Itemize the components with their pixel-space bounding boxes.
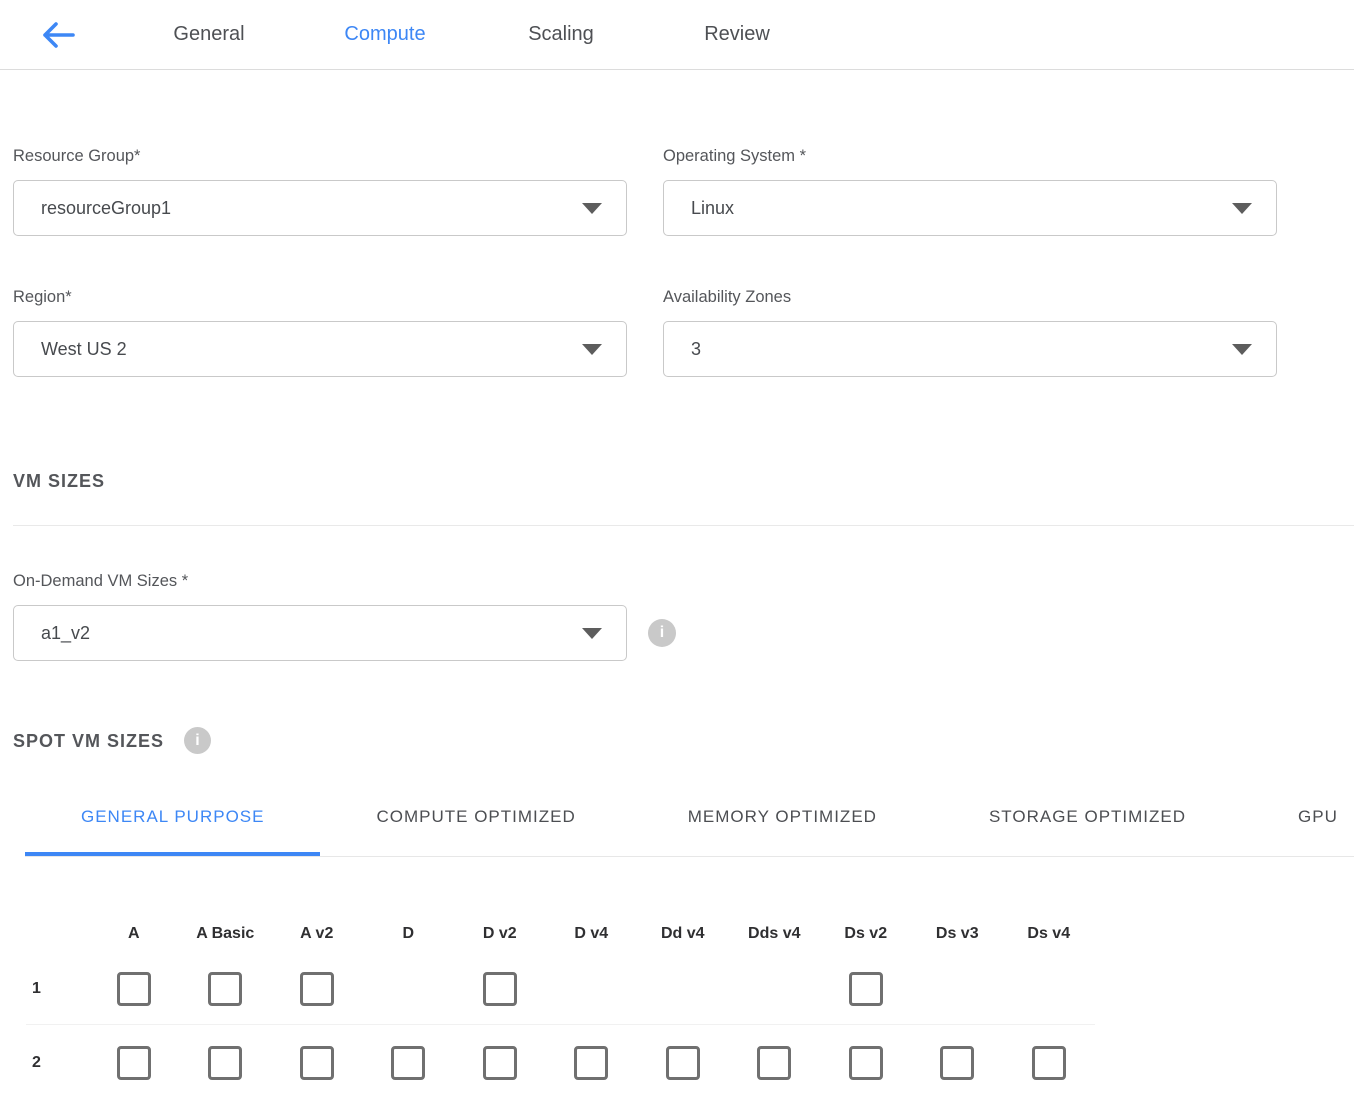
- caret-down-icon: [1232, 203, 1252, 214]
- operating-system-field: Operating System * Linux: [663, 146, 1277, 236]
- vm-size-checkbox[interactable]: [391, 1046, 425, 1080]
- vm-size-checkbox[interactable]: [483, 972, 517, 1006]
- tab-memory-optimized[interactable]: MEMORY OPTIMIZED: [632, 801, 933, 856]
- operating-system-select[interactable]: Linux: [663, 180, 1277, 236]
- column-header: Ds v3: [912, 924, 1004, 944]
- column-header: A: [88, 924, 180, 944]
- on-demand-vm-sizes-value: a1_v2: [41, 623, 90, 644]
- spot-vm-sizes-section-title: SPOT VM SIZES: [13, 729, 164, 753]
- wizard-tabs: General Compute Scaling Review: [121, 23, 825, 46]
- vm-size-checkbox[interactable]: [300, 972, 334, 1006]
- vm-size-checkbox[interactable]: [849, 1046, 883, 1080]
- tab-review[interactable]: Review: [649, 23, 825, 46]
- column-header: Dd v4: [637, 924, 729, 944]
- vm-size-checkbox[interactable]: [208, 1046, 242, 1080]
- region-value: West US 2: [41, 339, 127, 360]
- vm-size-checkbox[interactable]: [940, 1046, 974, 1080]
- vm-size-checkbox[interactable]: [1032, 1046, 1066, 1080]
- caret-down-icon: [582, 628, 602, 639]
- vm-size-row-2: 2: [26, 1046, 1354, 1080]
- vm-size-checkbox[interactable]: [117, 972, 151, 1006]
- vm-size-grid-header-row: A A Basic A v2 D D v2 D v4 Dd v4 Dds v4 …: [26, 924, 1354, 944]
- tab-storage-optimized[interactable]: STORAGE OPTIMIZED: [933, 801, 1242, 856]
- column-header: D v4: [546, 924, 638, 944]
- column-header: Ds v4: [1003, 924, 1095, 944]
- on-demand-vm-sizes-label: On-Demand VM Sizes *: [13, 571, 1354, 591]
- vm-size-checkbox[interactable]: [208, 972, 242, 1006]
- availability-zones-select[interactable]: 3: [663, 321, 1277, 377]
- back-button[interactable]: [40, 20, 76, 50]
- column-header: D v2: [454, 924, 546, 944]
- column-header: Ds v2: [820, 924, 912, 944]
- column-header: Dds v4: [729, 924, 821, 944]
- caret-down-icon: [1232, 344, 1252, 355]
- region-label: Region*: [13, 287, 627, 307]
- vm-size-checkbox[interactable]: [483, 1046, 517, 1080]
- availability-zones-label: Availability Zones: [663, 287, 1277, 307]
- vm-size-checkbox[interactable]: [666, 1046, 700, 1080]
- vm-size-grid: A A Basic A v2 D D v2 D v4 Dd v4 Dds v4 …: [26, 924, 1354, 1080]
- section-divider: [13, 525, 1354, 526]
- column-header: A Basic: [180, 924, 272, 944]
- row-label: 2: [26, 1054, 88, 1072]
- availability-zones-field: Availability Zones 3: [663, 287, 1277, 377]
- spot-vm-category-tabs: GENERAL PURPOSE COMPUTE OPTIMIZED MEMORY…: [25, 801, 1354, 857]
- compute-step-content: Resource Group* resourceGroup1 Operating…: [0, 146, 1354, 1080]
- tab-compute-optimized[interactable]: COMPUTE OPTIMIZED: [320, 801, 631, 856]
- info-icon[interactable]: i: [648, 619, 676, 647]
- on-demand-vm-sizes-select[interactable]: a1_v2: [13, 605, 627, 661]
- vm-size-checkbox[interactable]: [300, 1046, 334, 1080]
- vm-size-checkbox[interactable]: [117, 1046, 151, 1080]
- resource-group-field: Resource Group* resourceGroup1: [13, 146, 627, 236]
- grid-row-divider: [26, 1024, 1095, 1025]
- caret-down-icon: [582, 203, 602, 214]
- vm-sizes-section-title: VM SIZES: [13, 469, 1354, 493]
- resource-group-label: Resource Group*: [13, 146, 627, 166]
- tab-general-purpose[interactable]: GENERAL PURPOSE: [25, 801, 320, 856]
- column-header: D: [363, 924, 455, 944]
- availability-zones-value: 3: [691, 339, 701, 360]
- info-icon[interactable]: i: [184, 727, 211, 754]
- tab-gpu[interactable]: GPU: [1242, 801, 1354, 856]
- resource-group-select[interactable]: resourceGroup1: [13, 180, 627, 236]
- tab-compute[interactable]: Compute: [297, 23, 473, 46]
- caret-down-icon: [582, 344, 602, 355]
- tab-general[interactable]: General: [121, 23, 297, 46]
- vm-size-checkbox[interactable]: [757, 1046, 791, 1080]
- region-field: Region* West US 2: [13, 287, 627, 377]
- vm-size-checkbox[interactable]: [849, 972, 883, 1006]
- operating-system-label: Operating System *: [663, 146, 1277, 166]
- row-label: 1: [26, 980, 88, 998]
- column-header: A v2: [271, 924, 363, 944]
- vm-size-checkbox[interactable]: [574, 1046, 608, 1080]
- vm-size-row-1: 1: [26, 944, 1354, 1006]
- resource-group-value: resourceGroup1: [41, 198, 171, 219]
- arrow-left-icon: [40, 20, 76, 50]
- operating-system-value: Linux: [691, 198, 734, 219]
- tab-scaling[interactable]: Scaling: [473, 23, 649, 46]
- wizard-header: General Compute Scaling Review: [0, 0, 1354, 70]
- on-demand-vm-sizes-field: a1_v2: [13, 605, 627, 661]
- region-select[interactable]: West US 2: [13, 321, 627, 377]
